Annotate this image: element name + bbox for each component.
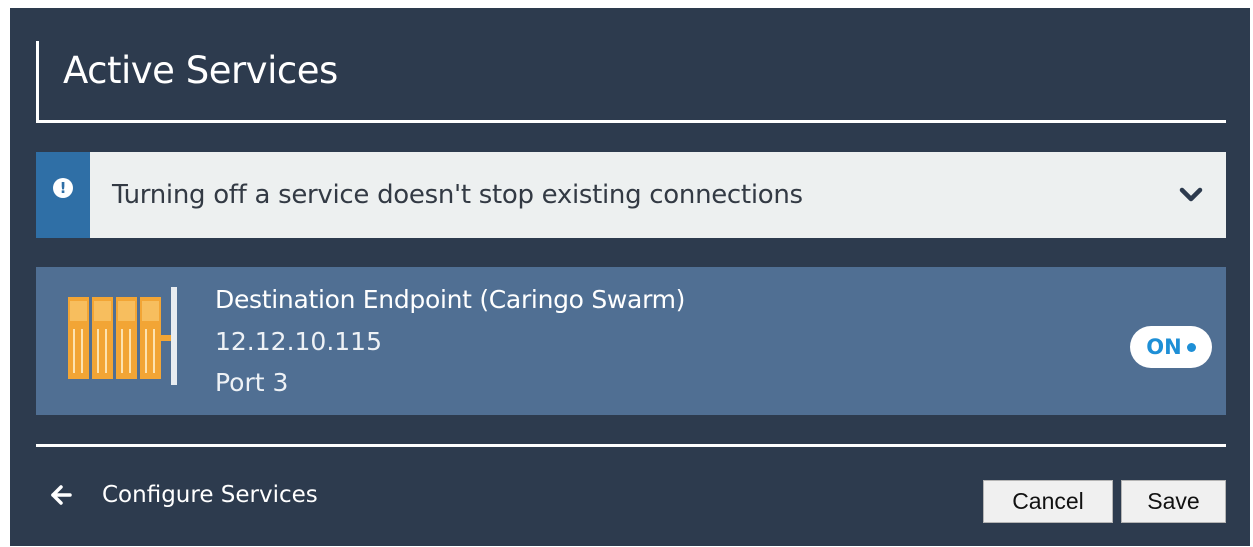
title-bar: Active Services: [36, 41, 1226, 123]
service-name: Destination Endpoint (Caringo Swarm): [215, 285, 686, 314]
chevron-down-icon[interactable]: [1178, 182, 1204, 208]
divider: [36, 444, 1226, 447]
toggle-dot-icon: [1186, 342, 1196, 352]
service-port: Port 3: [215, 368, 289, 397]
service-ip: 12.12.10.115: [215, 327, 382, 356]
exclamation-icon: !: [53, 178, 73, 198]
info-alert[interactable]: ! Turning off a service doesn't stop exi…: [36, 152, 1226, 238]
alert-stripe: !: [36, 152, 90, 238]
arrow-left-icon: [51, 485, 72, 505]
alert-message: Turning off a service doesn't stop exist…: [112, 180, 803, 210]
active-services-panel: Active Services ! Turning off a service …: [10, 8, 1250, 546]
configure-services-label: Configure Services: [102, 482, 318, 508]
cancel-button[interactable]: Cancel: [983, 480, 1113, 523]
toggle-label: ON: [1146, 335, 1182, 359]
page-title: Active Services: [63, 49, 338, 92]
service-row: Destination Endpoint (Caringo Swarm) 12.…: [36, 267, 1226, 415]
service-toggle[interactable]: ON: [1130, 326, 1212, 368]
save-button[interactable]: Save: [1121, 480, 1226, 523]
configure-services-link[interactable]: Configure Services: [50, 482, 318, 508]
server-rack-icon: [68, 287, 177, 385]
